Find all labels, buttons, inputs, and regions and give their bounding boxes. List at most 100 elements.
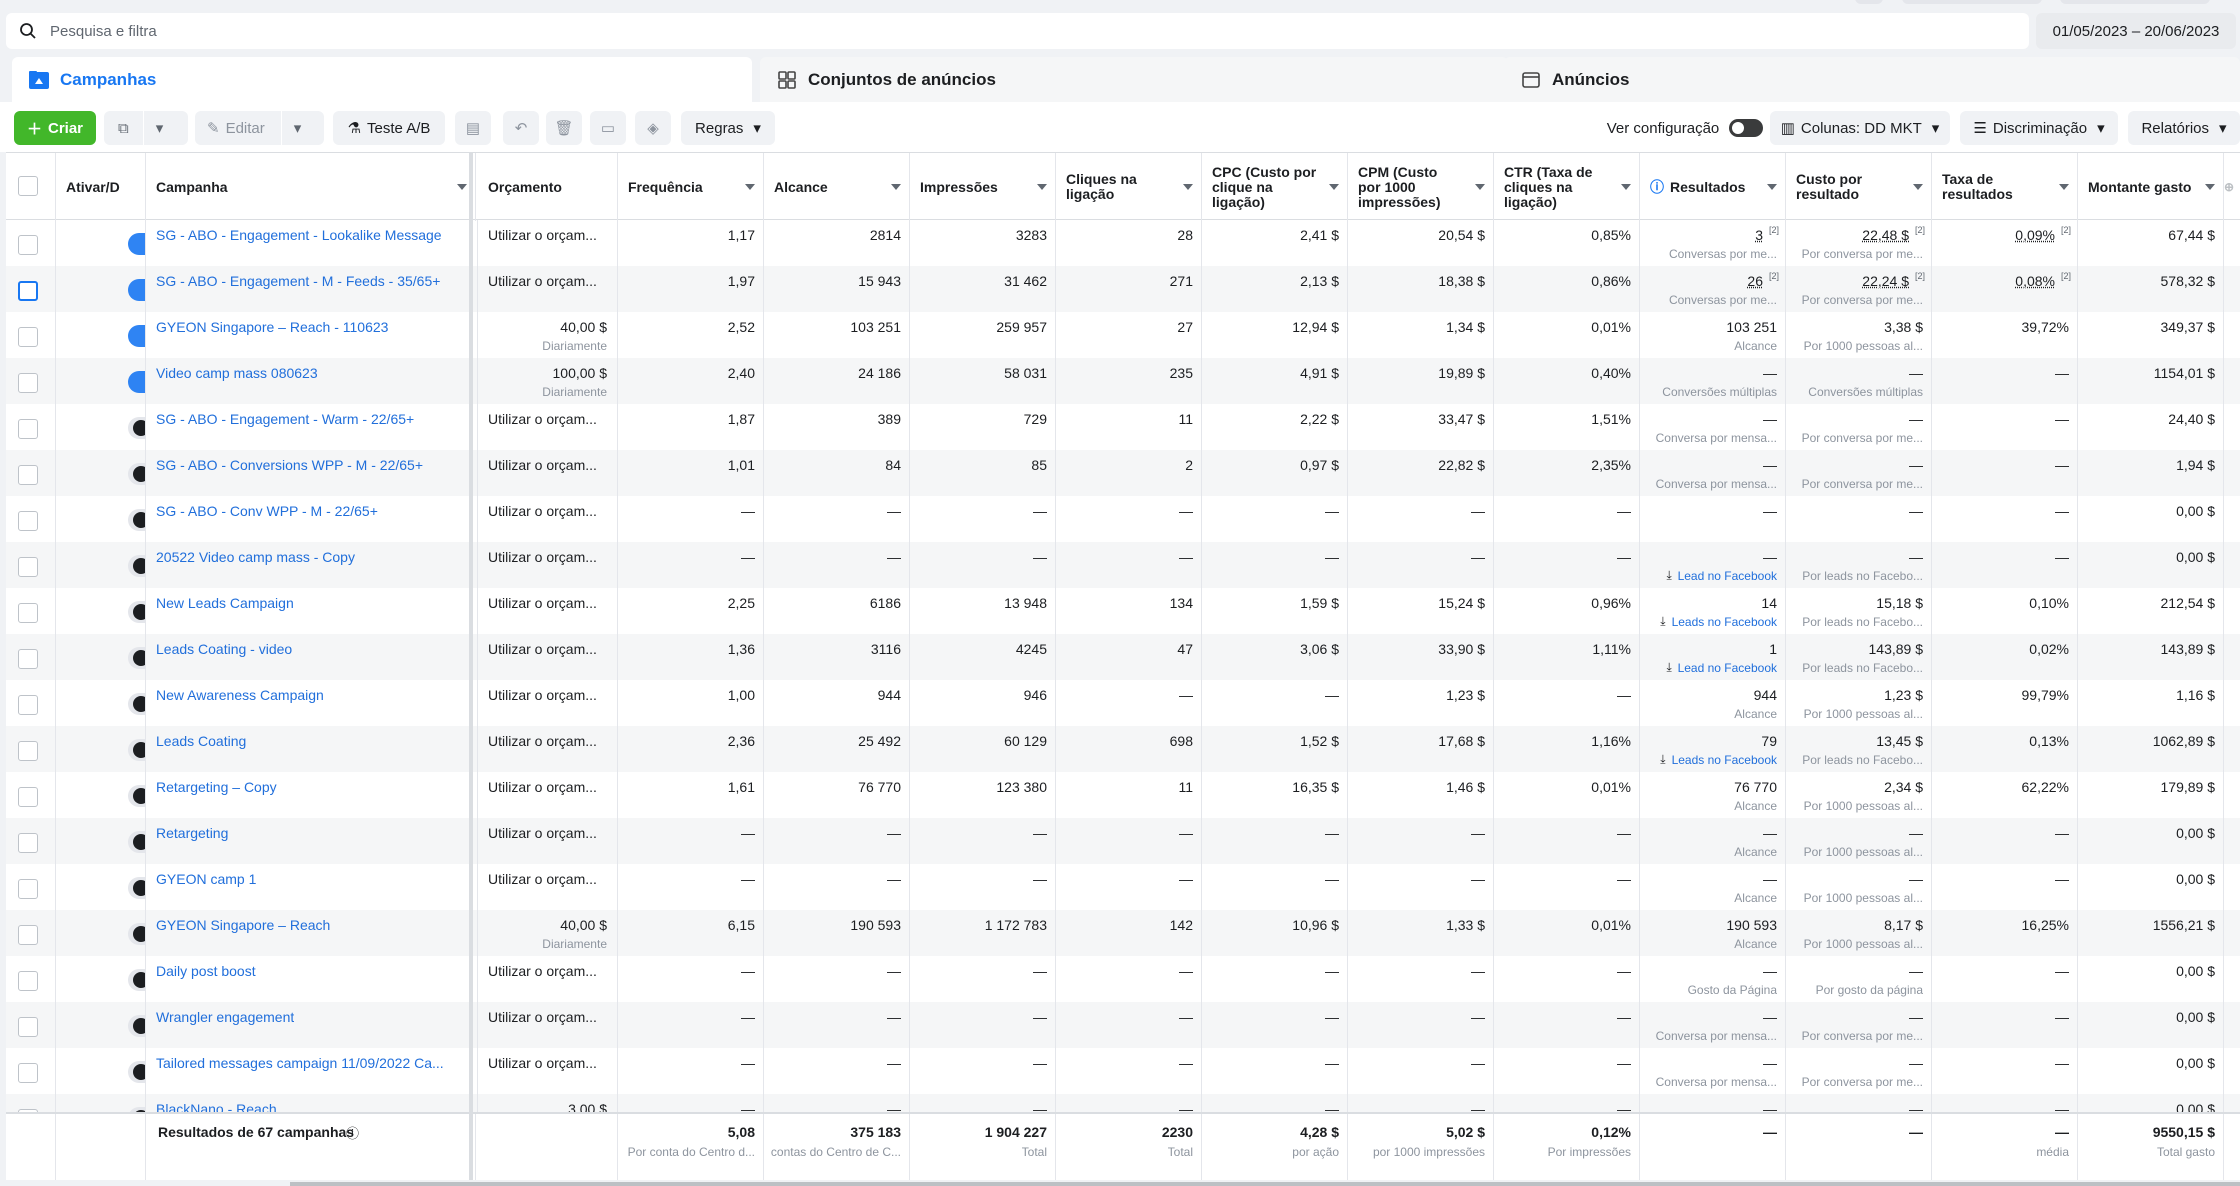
view-setting-toggle[interactable]: Ver configuração bbox=[1605, 111, 1765, 145]
campaign-toggle[interactable] bbox=[128, 371, 145, 393]
clipboard-icon[interactable]: ▤ bbox=[455, 111, 491, 145]
header-budget[interactable]: Orçamento bbox=[478, 153, 618, 221]
row-checkbox[interactable] bbox=[18, 925, 38, 945]
lead-link[interactable]: Lead no Facebook bbox=[1678, 661, 1777, 675]
duplicate-button[interactable]: ⧉ ▾ bbox=[104, 111, 188, 145]
toggle-switch[interactable] bbox=[1729, 119, 1764, 137]
preview-icon[interactable]: ▭ bbox=[590, 111, 626, 145]
row-checkbox[interactable] bbox=[18, 327, 38, 347]
table-row[interactable]: SG - ABO - Engagement - Lookalike Messag… bbox=[6, 220, 2240, 266]
row-checkbox[interactable] bbox=[18, 649, 38, 669]
campaign-toggle[interactable] bbox=[128, 785, 145, 807]
campaign-toggle[interactable] bbox=[128, 417, 145, 439]
campaign-link[interactable]: GYEON Singapore – Reach - 110623 bbox=[156, 319, 388, 335]
tab-campaigns[interactable]: Campanhas bbox=[12, 57, 752, 102]
campaign-link[interactable]: Leads Coating bbox=[156, 733, 246, 749]
campaign-link[interactable]: Video camp mass 080623 bbox=[156, 365, 318, 381]
header-amount-spent[interactable]: Montante gasto bbox=[2078, 153, 2224, 221]
table-row[interactable]: 20522 Video camp mass - Copy Utilizar o o… bbox=[6, 542, 2240, 588]
row-checkbox[interactable] bbox=[18, 1063, 38, 1083]
row-checkbox[interactable] bbox=[18, 373, 38, 393]
row-checkbox[interactable] bbox=[18, 741, 38, 761]
campaign-link[interactable]: SG - ABO - Conversions WPP - M - 22/65+ bbox=[156, 457, 423, 473]
campaign-link[interactable]: Daily post boost bbox=[156, 963, 256, 979]
campaign-link[interactable]: GYEON Singapore – Reach bbox=[156, 917, 330, 933]
undo-icon[interactable]: ↶ bbox=[503, 111, 539, 145]
campaign-toggle[interactable] bbox=[128, 279, 145, 301]
campaign-toggle[interactable] bbox=[128, 233, 145, 255]
header-cpc[interactable]: CPC (Custo por clique na ligação) bbox=[1202, 153, 1348, 221]
table-row[interactable]: Retargeting – Copy Utilizar o orçam... 1,6… bbox=[6, 772, 2240, 818]
campaign-link[interactable]: Retargeting – Copy bbox=[156, 779, 277, 795]
reports-button[interactable]: Relatórios ▾ bbox=[2128, 111, 2240, 145]
header-impressions[interactable]: Impressões bbox=[910, 153, 1056, 221]
horizontal-scrollbar[interactable] bbox=[290, 1182, 2240, 1186]
tag-icon[interactable]: ◈ bbox=[635, 111, 671, 145]
table-row[interactable]: SG - ABO - Conversions WPP - M - 22/65+ U… bbox=[6, 450, 2240, 496]
row-checkbox[interactable] bbox=[18, 833, 38, 853]
campaign-link[interactable]: Tailored messages campaign 11/09/2022 Ca… bbox=[156, 1055, 444, 1071]
row-checkbox[interactable] bbox=[18, 879, 38, 899]
trash-icon[interactable]: 🗑 bbox=[546, 111, 582, 145]
header-link-clicks[interactable]: Cliques na ligação bbox=[1056, 153, 1202, 221]
lead-link[interactable]: Leads no Facebook bbox=[1672, 615, 1777, 629]
row-checkbox[interactable] bbox=[18, 1017, 38, 1037]
header-cost-per-result[interactable]: Custo por resultado bbox=[1786, 153, 1932, 221]
table-row[interactable]: New Awareness Campaign Utilizar o orçam..… bbox=[6, 680, 2240, 726]
tab-ads[interactable]: Anúncios bbox=[1504, 57, 2240, 102]
table-row[interactable]: Leads Coating Utilizar o orçam... 2,36 25 4… bbox=[6, 726, 2240, 772]
campaign-link[interactable]: Leads Coating - video bbox=[156, 641, 292, 657]
header-result-rate[interactable]: Taxa de resultados bbox=[1932, 153, 2078, 221]
rules-button[interactable]: Regras ▾ bbox=[681, 111, 775, 145]
campaign-toggle[interactable] bbox=[128, 509, 145, 531]
row-checkbox[interactable] bbox=[18, 419, 38, 439]
add-column-icon[interactable]: ⊕ bbox=[2224, 153, 2240, 221]
lead-link[interactable]: Leads no Facebook bbox=[1672, 753, 1777, 767]
table-row[interactable]: Video camp mass 080623 100,00 $ Diariament… bbox=[6, 358, 2240, 404]
campaign-toggle[interactable] bbox=[128, 1015, 145, 1037]
campaign-toggle[interactable] bbox=[128, 601, 145, 623]
table-row[interactable]: Wrangler engagement Utilizar o orçam... — —… bbox=[6, 1002, 2240, 1048]
create-button[interactable]: ＋ Criar bbox=[14, 111, 96, 145]
row-checkbox[interactable] bbox=[18, 465, 38, 485]
campaign-toggle[interactable] bbox=[128, 831, 145, 853]
edit-button[interactable]: ✎ Editar ▾ bbox=[195, 111, 324, 145]
table-row[interactable]: Daily post boost Utilizar o orçam... — — — — —… bbox=[6, 956, 2240, 1002]
campaign-link[interactable]: Wrangler engagement bbox=[156, 1009, 294, 1025]
header-results[interactable]: ⓘ Resultados bbox=[1640, 153, 1786, 221]
campaign-link[interactable]: SG - ABO - Engagement - Lookalike Messag… bbox=[156, 227, 442, 243]
campaign-link[interactable]: GYEON camp 1 bbox=[156, 871, 256, 887]
header-campaign[interactable]: Campanha bbox=[146, 153, 476, 221]
campaign-link[interactable]: Retargeting bbox=[156, 825, 228, 841]
table-row[interactable]: SG - ABO - Conv WPP - M - 22/65+ Utilizar… bbox=[6, 496, 2240, 542]
campaign-toggle[interactable] bbox=[128, 555, 145, 577]
table-row[interactable]: SG - ABO - Engagement - Warm - 22/65+ Uti… bbox=[6, 404, 2240, 450]
campaign-toggle[interactable] bbox=[128, 463, 145, 485]
table-row[interactable]: GYEON camp 1 Utilizar o orçam... — — — — — — — — A… bbox=[6, 864, 2240, 910]
breakdown-button[interactable]: ☰ Discriminação ▾ bbox=[1960, 111, 2118, 145]
campaign-toggle[interactable] bbox=[128, 647, 145, 669]
campaign-toggle[interactable] bbox=[128, 1061, 145, 1083]
table-row[interactable]: Tailored messages campaign 11/09/2022 Ca… bbox=[6, 1048, 2240, 1094]
row-checkbox[interactable] bbox=[18, 971, 38, 991]
lead-link[interactable]: Lead no Facebook bbox=[1678, 569, 1777, 583]
campaign-toggle[interactable] bbox=[128, 739, 145, 761]
campaign-toggle[interactable] bbox=[128, 693, 145, 715]
columns-button[interactable]: ▥ Colunas: DD MKT ▾ bbox=[1770, 111, 1950, 145]
header-toggle[interactable]: Ativar/D bbox=[56, 153, 146, 221]
table-row[interactable]: Retargeting Utilizar o orçam... — — — — — — — — Al… bbox=[6, 818, 2240, 864]
campaign-toggle[interactable] bbox=[128, 969, 145, 991]
campaign-link[interactable]: New Awareness Campaign bbox=[156, 687, 324, 703]
campaign-toggle[interactable] bbox=[128, 325, 145, 347]
row-checkbox[interactable] bbox=[18, 511, 38, 531]
table-row[interactable]: New Leads Campaign Utilizar o orçam... 2,2… bbox=[6, 588, 2240, 634]
table-row[interactable]: GYEON Singapore – Reach - 110623 40,00 $ D… bbox=[6, 312, 2240, 358]
campaign-link[interactable]: New Leads Campaign bbox=[156, 595, 294, 611]
campaign-toggle[interactable] bbox=[128, 877, 145, 899]
search-bar[interactable] bbox=[6, 13, 2029, 49]
row-checkbox[interactable] bbox=[18, 695, 38, 715]
header-reach[interactable]: Alcance bbox=[764, 153, 910, 221]
header-cpm[interactable]: CPM (Custo por 1000 impressões) bbox=[1348, 153, 1494, 221]
campaign-link[interactable]: SG - ABO - Engagement - Warm - 22/65+ bbox=[156, 411, 414, 427]
header-ctr[interactable]: CTR (Taxa de cliques na ligação) bbox=[1494, 153, 1640, 221]
